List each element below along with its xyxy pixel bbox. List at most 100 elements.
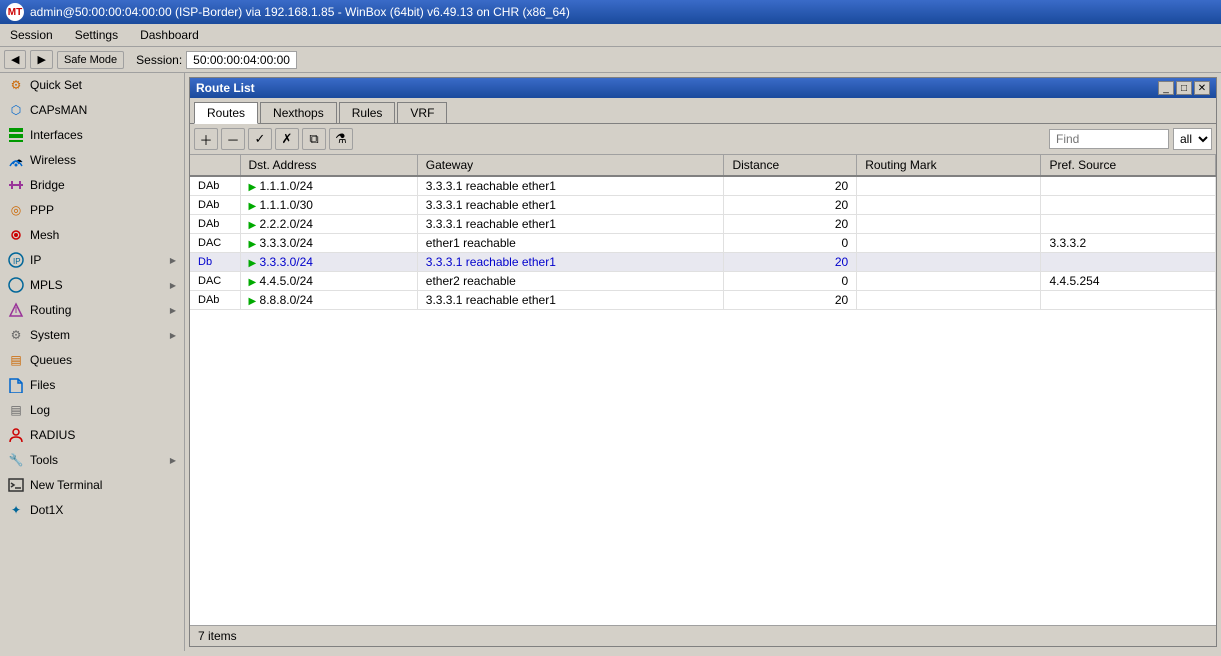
check-route-button[interactable]: ✓ (248, 128, 272, 150)
sidebar-label-files: Files (30, 378, 55, 392)
cell-gateway: 3.3.3.1 reachable ether1 (417, 176, 724, 196)
add-route-button[interactable]: ＋ (194, 128, 218, 150)
sidebar-item-bridge[interactable]: Bridge (0, 173, 184, 198)
cell-dst: ▶ 3.3.3.0/24 (240, 234, 417, 253)
back-button[interactable]: ◀ (4, 50, 26, 69)
cell-dst: ▶ 3.3.3.0/24 (240, 253, 417, 272)
window-title: Route List (196, 81, 255, 95)
table-row[interactable]: DAb ▶ 2.2.2.0/24 3.3.3.1 reachable ether… (190, 215, 1216, 234)
sidebar-item-mesh[interactable]: Mesh (0, 223, 184, 248)
sidebar-item-tools[interactable]: 🔧 Tools (0, 448, 184, 473)
tab-vrf[interactable]: VRF (397, 102, 447, 123)
cell-routing-mark (857, 253, 1041, 272)
find-input[interactable] (1049, 129, 1169, 149)
interfaces-icon (8, 127, 24, 143)
cell-pref-source (1041, 215, 1216, 234)
table-header-row: Dst. Address Gateway Distance Routing Ma… (190, 155, 1216, 176)
sidebar-item-interfaces[interactable]: Interfaces (0, 123, 184, 148)
col-status[interactable] (190, 155, 240, 176)
cell-pref-source (1041, 196, 1216, 215)
minimize-button[interactable]: _ (1158, 81, 1174, 95)
sidebar-item-ppp[interactable]: ◎ PPP (0, 198, 184, 223)
cell-pref-source (1041, 291, 1216, 310)
col-routing-mark[interactable]: Routing Mark (857, 155, 1041, 176)
filter-route-button[interactable]: ⚗ (329, 128, 353, 150)
cell-status: Db (190, 253, 240, 272)
window-title-bar: Route List _ □ ✕ (190, 78, 1216, 98)
sidebar-item-files[interactable]: Files (0, 373, 184, 398)
sidebar-item-capsman[interactable]: ⬡ CAPsMAN (0, 98, 184, 123)
route-toolbar: ＋ － ✓ ✗ ⧉ ⚗ all (190, 124, 1216, 155)
cell-gateway: ether2 reachable (417, 272, 724, 291)
status-bar: 7 items (190, 625, 1216, 646)
safe-mode-button[interactable]: Safe Mode (57, 51, 124, 69)
item-count: 7 items (198, 629, 237, 643)
quick-set-icon: ⚙ (8, 77, 24, 93)
arrow-icon: ▶ (249, 239, 257, 250)
sidebar-label-wireless: Wireless (30, 153, 76, 167)
arrow-icon: ▶ (249, 220, 257, 231)
sidebar-label-ip: IP (30, 253, 41, 267)
menu-dashboard[interactable]: Dashboard (134, 26, 205, 44)
cell-routing-mark (857, 196, 1041, 215)
mpls-icon (8, 277, 24, 293)
session-value: 50:00:00:04:00:00 (186, 51, 297, 69)
menu-settings[interactable]: Settings (69, 26, 124, 44)
find-select[interactable]: all (1173, 128, 1212, 150)
table-row[interactable]: DAC ▶ 4.4.5.0/24 ether2 reachable 0 4.4.… (190, 272, 1216, 291)
tab-nexthops[interactable]: Nexthops (260, 102, 337, 123)
sidebar-label-quick-set: Quick Set (30, 78, 82, 92)
cell-gateway: 3.3.3.1 reachable ether1 (417, 253, 724, 272)
sidebar-item-quick-set[interactable]: ⚙ Quick Set (0, 73, 184, 98)
cell-distance: 20 (724, 253, 857, 272)
sidebar-label-mesh: Mesh (30, 228, 59, 242)
sidebar-label-dot1x: Dot1X (30, 503, 63, 517)
table-row[interactable]: DAb ▶ 1.1.1.0/24 3.3.3.1 reachable ether… (190, 176, 1216, 196)
routes-tbody: DAb ▶ 1.1.1.0/24 3.3.3.1 reachable ether… (190, 176, 1216, 310)
remove-route-button[interactable]: － (221, 128, 245, 150)
cell-distance: 20 (724, 176, 857, 196)
route-tabs: Routes Nexthops Rules VRF (190, 98, 1216, 124)
sidebar-item-system[interactable]: ⚙ System (0, 323, 184, 348)
cell-status: DAC (190, 272, 240, 291)
sidebar-item-mpls[interactable]: MPLS (0, 273, 184, 298)
cell-distance: 0 (724, 272, 857, 291)
table-row[interactable]: DAb ▶ 1.1.1.0/30 3.3.3.1 reachable ether… (190, 196, 1216, 215)
sidebar-item-wireless[interactable]: Wireless (0, 148, 184, 173)
copy-route-button[interactable]: ⧉ (302, 128, 326, 150)
dot1x-icon: ✦ (8, 502, 24, 518)
tab-rules[interactable]: Rules (339, 102, 396, 123)
table-row[interactable]: DAb ▶ 8.8.8.0/24 3.3.3.1 reachable ether… (190, 291, 1216, 310)
col-distance[interactable]: Distance (724, 155, 857, 176)
find-container: all (1049, 128, 1212, 150)
sidebar-item-queues[interactable]: ▤ Queues (0, 348, 184, 373)
col-dst-address[interactable]: Dst. Address (240, 155, 417, 176)
close-button[interactable]: ✕ (1194, 81, 1210, 95)
sidebar-item-log[interactable]: ▤ Log (0, 398, 184, 423)
cross-route-button[interactable]: ✗ (275, 128, 299, 150)
sidebar-item-new-terminal[interactable]: New Terminal (0, 473, 184, 498)
cell-distance: 0 (724, 234, 857, 253)
menu-session[interactable]: Session (4, 26, 59, 44)
system-icon: ⚙ (8, 327, 24, 343)
forward-button[interactable]: ▶ (30, 50, 52, 69)
maximize-button[interactable]: □ (1176, 81, 1192, 95)
arrow-icon: ▶ (249, 277, 257, 288)
cell-gateway: ether1 reachable (417, 234, 724, 253)
col-pref-source[interactable]: Pref. Source (1041, 155, 1216, 176)
sidebar-item-ip[interactable]: IP IP (0, 248, 184, 273)
radius-icon (8, 427, 24, 443)
table-row[interactable]: DAC ▶ 3.3.3.0/24 ether1 reachable 0 3.3.… (190, 234, 1216, 253)
col-gateway[interactable]: Gateway (417, 155, 724, 176)
sidebar-item-routing[interactable]: Routing (0, 298, 184, 323)
table-row[interactable]: Db ▶ 3.3.3.0/24 3.3.3.1 reachable ether1… (190, 253, 1216, 272)
wireless-icon (8, 152, 24, 168)
sidebar-item-radius[interactable]: RADIUS (0, 423, 184, 448)
capsman-icon: ⬡ (8, 102, 24, 118)
cell-distance: 20 (724, 215, 857, 234)
sidebar-item-dot1x[interactable]: ✦ Dot1X (0, 498, 184, 523)
tab-routes[interactable]: Routes (194, 102, 258, 124)
app-toolbar: ◀ ▶ Safe Mode Session: 50:00:00:04:00:00 (0, 47, 1221, 73)
cell-dst: ▶ 2.2.2.0/24 (240, 215, 417, 234)
route-table: Dst. Address Gateway Distance Routing Ma… (190, 155, 1216, 625)
